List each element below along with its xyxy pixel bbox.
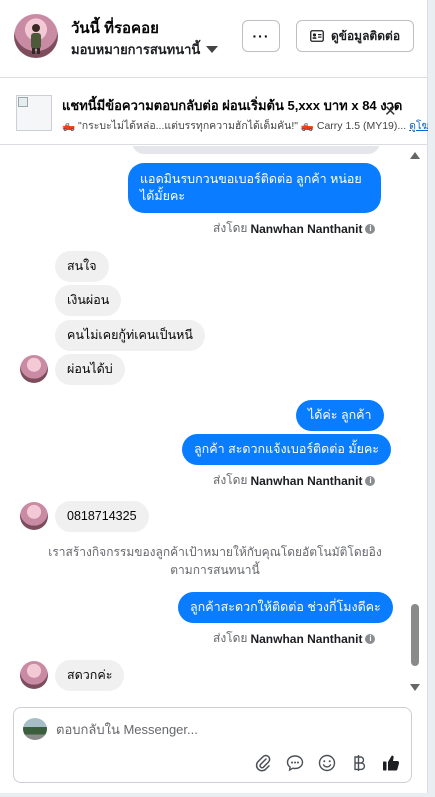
contact-avatar[interactable] (14, 14, 58, 58)
smiley-icon (318, 754, 336, 772)
system-activity-note: เราสร้างกิจกรรมของลูกค้าเป้าหมายให้กับคุ… (48, 545, 382, 577)
sent-by-label: ส่งโดย Nanwhan Nanthanit i (213, 471, 376, 490)
ad-reference-banner[interactable]: แชทนี้มีข้อความตอบกลับต่อ ผ่อนเริ่มต้น 5… (0, 79, 428, 145)
broken-image-icon (18, 97, 28, 107)
sent-by-prefix: ส่งโดย (213, 631, 248, 645)
message-bubble-incoming[interactable]: คนไม่เคยกู้ท่เคนเป็นหนี (55, 320, 205, 351)
view-ad-link[interactable]: ดูโฆ (409, 120, 428, 132)
contact-avatar-small (20, 355, 48, 383)
sent-by-prefix: ส่งโดย (213, 473, 248, 487)
message-bubble-outgoing[interactable]: ลูกค้า สะดวกแจ้งเบอร์ติดต่อ มั้ยคะ (182, 434, 392, 465)
assign-conversation-label: มอบหมายการสนทนานี้ (71, 42, 201, 57)
sender-name: Nanwhan Nanthanit (250, 473, 363, 488)
reply-composer (13, 707, 412, 783)
message-bubble-incoming[interactable]: เงินผ่อน (55, 285, 122, 316)
message-thread[interactable]: แอดมินรบกวนขอเบอร์ติดต่อ ลูกค้า หน่อยได้… (0, 146, 428, 694)
contact-card-icon (310, 30, 324, 42)
view-contact-info-button[interactable]: ดูข้อมูลติดต่อ (296, 20, 414, 52)
info-icon[interactable]: i (365, 633, 376, 644)
message-bubble-outgoing[interactable]: แอดมินรบกวนขอเบอร์ติดต่อ ลูกค้า หน่อยได้… (128, 163, 381, 213)
page-avatar (23, 718, 47, 740)
paperclip-icon (255, 754, 271, 772)
thumbs-up-icon (383, 755, 400, 771)
more-options-button[interactable]: ··· (242, 20, 280, 52)
conversation-header: วันนี้ ที่รอคอย มอบหมายการสนทนานี้ ··· ด… (0, 0, 428, 78)
contact-name[interactable]: วันนี้ ที่รอคอย (71, 16, 159, 40)
reply-input[interactable] (56, 718, 386, 740)
payment-request-button[interactable] (348, 752, 370, 774)
info-icon[interactable]: i (365, 223, 376, 234)
scroll-down-arrow-icon[interactable] (410, 684, 420, 691)
media-attachment[interactable] (132, 146, 380, 154)
contact-avatar-small (20, 502, 48, 530)
view-contact-info-label: ดูข้อมูลติดต่อ (330, 28, 401, 43)
message-bubble-outgoing[interactable]: ลูกค้าสะดวกให้ติดต่อ ช่วงกี่โมงดีคะ (178, 592, 393, 623)
sent-by-label: ส่งโดย Nanwhan Nanthanit i (213, 629, 376, 648)
assign-conversation-dropdown[interactable]: มอบหมายการสนทนานี้ (71, 39, 219, 60)
sent-by-prefix: ส่งโดย (213, 221, 248, 235)
ad-subtitle-text: 🛻 "กระบะไม่ได้หล่อ...แต่บรรทุกความฮักได้… (62, 120, 407, 132)
ad-title: แชทนี้มีข้อความตอบกลับต่อ ผ่อนเริ่มต้น 5… (62, 98, 403, 113)
scrollbar-thumb[interactable] (411, 604, 419, 666)
ad-subtitle: 🛻 "กระบะไม่ได้หล่อ...แต่บรรทุกความฮักได้… (62, 117, 428, 134)
caret-down-icon (206, 46, 219, 53)
baht-icon (354, 755, 366, 771)
message-bubble-outgoing[interactable]: ได้ค่ะ ลูกค้า (296, 400, 384, 431)
attach-file-button[interactable] (252, 752, 274, 774)
thumbs-up-button[interactable] (380, 752, 402, 774)
message-bubble-incoming[interactable]: สดวกค่ะ (55, 660, 125, 691)
info-icon[interactable]: i (365, 475, 376, 486)
sender-name: Nanwhan Nanthanit (250, 221, 363, 236)
chat-bubble-icon (286, 755, 304, 772)
close-icon[interactable]: ✕ (384, 102, 397, 120)
scroll-up-arrow-icon[interactable] (410, 152, 420, 159)
message-bubble-incoming[interactable]: 0818714325 (55, 501, 149, 532)
conversation-panel: วันนี้ ที่รอคอย มอบหมายการสนทนานี้ ··· ด… (0, 0, 428, 793)
contact-avatar-small (20, 661, 48, 689)
message-bubble-incoming[interactable]: ผ่อนได้บ่ (55, 354, 125, 385)
person-silhouette-icon (31, 24, 41, 54)
ad-thumbnail (16, 95, 52, 131)
message-bubble-incoming[interactable]: สนใจ (55, 251, 109, 282)
emoji-button[interactable] (316, 752, 338, 774)
sent-by-label: ส่งโดย Nanwhan Nanthanit i (213, 219, 376, 238)
saved-replies-button[interactable] (284, 752, 306, 774)
sender-name: Nanwhan Nanthanit (250, 631, 363, 646)
